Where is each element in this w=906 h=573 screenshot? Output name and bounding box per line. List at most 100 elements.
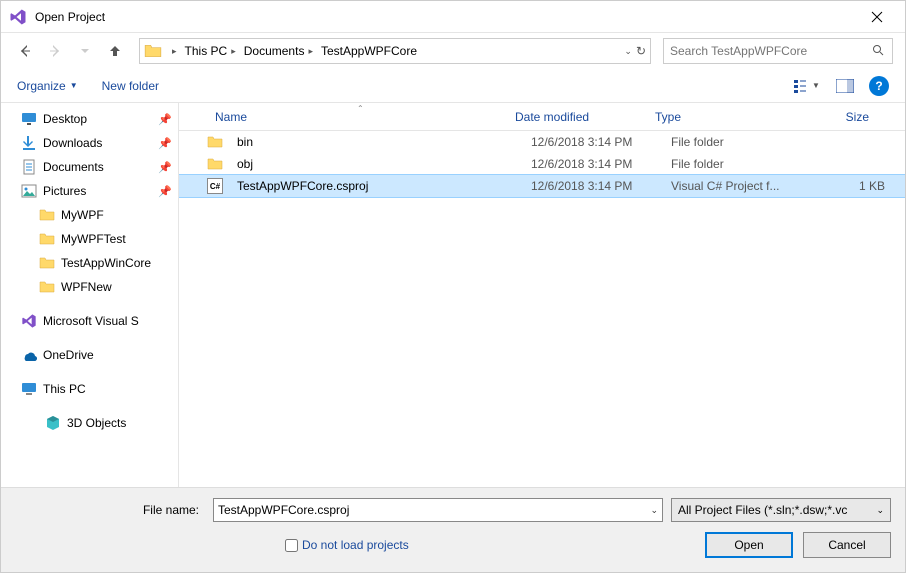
toolbar: Organize ▼ New folder ▼ ?	[1, 69, 905, 103]
sidebar-item-label: Downloads	[43, 136, 102, 150]
file-date: 12/6/2018 3:14 PM	[523, 157, 663, 171]
download-icon	[21, 135, 37, 151]
chevron-down-icon: ⌄	[876, 505, 884, 516]
sidebar-item-label: OneDrive	[43, 348, 94, 362]
file-list: Name⌃ Date modified Type Size bin12/6/20…	[179, 103, 905, 487]
filename-field[interactable]: ⌄	[213, 498, 663, 522]
sidebar-item[interactable]: Pictures📌	[1, 179, 178, 203]
chevron-down-icon: ▼	[70, 81, 78, 90]
preview-pane-button[interactable]	[831, 75, 859, 97]
sidebar[interactable]: Desktop 📌 Downloads 📌 Documents📌Pictures📌 MyW…	[1, 103, 179, 487]
recent-dropdown[interactable]	[73, 39, 97, 63]
sidebar-item[interactable]: MyWPF	[1, 203, 178, 227]
column-size[interactable]: Size	[807, 110, 877, 124]
up-button[interactable]	[103, 39, 127, 63]
vs-icon	[21, 313, 37, 329]
3d-icon	[45, 415, 61, 431]
column-header-row: Name⌃ Date modified Type Size	[179, 103, 905, 131]
sidebar-item[interactable]: MyWPFTest	[1, 227, 178, 251]
column-type[interactable]: Type	[647, 110, 807, 124]
column-name[interactable]: Name⌃	[207, 110, 507, 124]
sidebar-item[interactable]: This PC	[1, 377, 178, 401]
file-name: obj	[229, 157, 523, 171]
refresh-button[interactable]: ↻	[636, 44, 646, 58]
new-folder-button[interactable]: New folder	[102, 79, 159, 93]
arrow-right-icon	[47, 43, 63, 59]
chevron-right-icon[interactable]: ▸	[172, 46, 177, 57]
sidebar-item[interactable]: Downloads 📌	[1, 131, 178, 155]
chevron-right-icon[interactable]: ▸	[231, 46, 236, 57]
file-date: 12/6/2018 3:14 PM	[523, 135, 663, 149]
document-icon	[21, 159, 37, 175]
folder-icon	[144, 42, 162, 60]
sidebar-item[interactable]: WPFNew	[1, 275, 178, 299]
chevron-down-icon	[80, 46, 90, 56]
file-name: bin	[229, 135, 523, 149]
close-icon	[871, 11, 883, 23]
sidebar-item-label: TestAppWinCore	[61, 256, 151, 270]
sidebar-item-label: Pictures	[43, 184, 86, 198]
checkbox-label: Do not load projects	[302, 538, 409, 552]
body: Desktop 📌 Downloads 📌 Documents📌Pictures📌 MyW…	[1, 103, 905, 487]
do-not-load-checkbox[interactable]: Do not load projects	[285, 538, 409, 552]
sidebar-item[interactable]: Documents📌	[1, 155, 178, 179]
back-button[interactable]	[13, 39, 37, 63]
sidebar-item-label: MyWPFTest	[61, 232, 126, 246]
close-button[interactable]	[857, 2, 897, 32]
path-segment[interactable]: Documents	[244, 44, 305, 58]
file-date: 12/6/2018 3:14 PM	[523, 179, 663, 193]
filename-dropdown[interactable]: ⌄	[650, 505, 658, 516]
sidebar-item-label: Documents	[43, 160, 104, 174]
sidebar-item[interactable]: Desktop 📌	[1, 107, 178, 131]
search-icon[interactable]	[872, 44, 886, 59]
open-button[interactable]: Open	[705, 532, 793, 558]
chevron-right-icon[interactable]: ▸	[308, 46, 313, 57]
file-row[interactable]: obj12/6/2018 3:14 PMFile folder	[179, 153, 905, 175]
folder-icon	[39, 255, 55, 271]
thispc-icon	[21, 381, 37, 397]
file-row[interactable]: C# TestAppWPFCore.csproj12/6/2018 3:14 PM…	[179, 175, 905, 197]
column-date[interactable]: Date modified	[507, 110, 647, 124]
path-segment[interactable]: This PC	[185, 44, 228, 58]
pictures-icon	[21, 183, 37, 199]
search-box[interactable]	[663, 38, 893, 64]
file-type: File folder	[663, 157, 823, 171]
csproj-icon: C#	[207, 178, 223, 194]
pin-icon: 📌	[158, 137, 172, 150]
sort-asc-icon: ⌃	[357, 104, 364, 113]
address-bar[interactable]: ▸This PC ▸Documents ▸TestAppWPFCore ⌄ ↻	[139, 38, 651, 64]
checkbox-input[interactable]	[285, 539, 298, 552]
file-row[interactable]: bin12/6/2018 3:14 PMFile folder	[179, 131, 905, 153]
preview-pane-icon	[836, 79, 854, 93]
sidebar-item[interactable]: Microsoft Visual S	[1, 309, 178, 333]
sidebar-item-label: 3D Objects	[67, 416, 126, 430]
title-bar: Open Project	[1, 1, 905, 33]
sidebar-item[interactable]: TestAppWinCore	[1, 251, 178, 275]
filename-input[interactable]	[218, 503, 650, 517]
file-name: TestAppWPFCore.csproj	[229, 179, 523, 193]
path-segment[interactable]: TestAppWPFCore	[321, 44, 417, 58]
view-options-button[interactable]: ▼	[793, 75, 821, 97]
sidebar-item-label: MyWPF	[61, 208, 104, 222]
help-button[interactable]: ?	[869, 76, 889, 96]
folder-icon	[207, 134, 223, 150]
file-type: Visual C# Project f...	[663, 179, 823, 193]
folder-icon	[207, 156, 223, 172]
sidebar-item-label: Desktop	[43, 112, 87, 126]
filter-text: All Project Files (*.sln;*.dsw;*.vc	[678, 503, 847, 517]
file-type-filter[interactable]: All Project Files (*.sln;*.dsw;*.vc ⌄	[671, 498, 891, 522]
path-dropdown[interactable]: ⌄	[624, 46, 632, 57]
pin-icon: 📌	[158, 113, 172, 126]
forward-button[interactable]	[43, 39, 67, 63]
sidebar-item-label: This PC	[43, 382, 86, 396]
cancel-button[interactable]: Cancel	[803, 532, 891, 558]
arrow-up-icon	[107, 43, 123, 59]
visual-studio-icon	[9, 8, 27, 26]
desktop-icon	[21, 111, 37, 127]
sidebar-item[interactable]: 3D Objects	[1, 411, 178, 435]
onedrive-icon	[21, 347, 37, 363]
search-input[interactable]	[670, 44, 872, 58]
organize-button[interactable]: Organize ▼	[17, 79, 78, 93]
sidebar-item[interactable]: OneDrive	[1, 343, 178, 367]
folder-icon	[39, 207, 55, 223]
